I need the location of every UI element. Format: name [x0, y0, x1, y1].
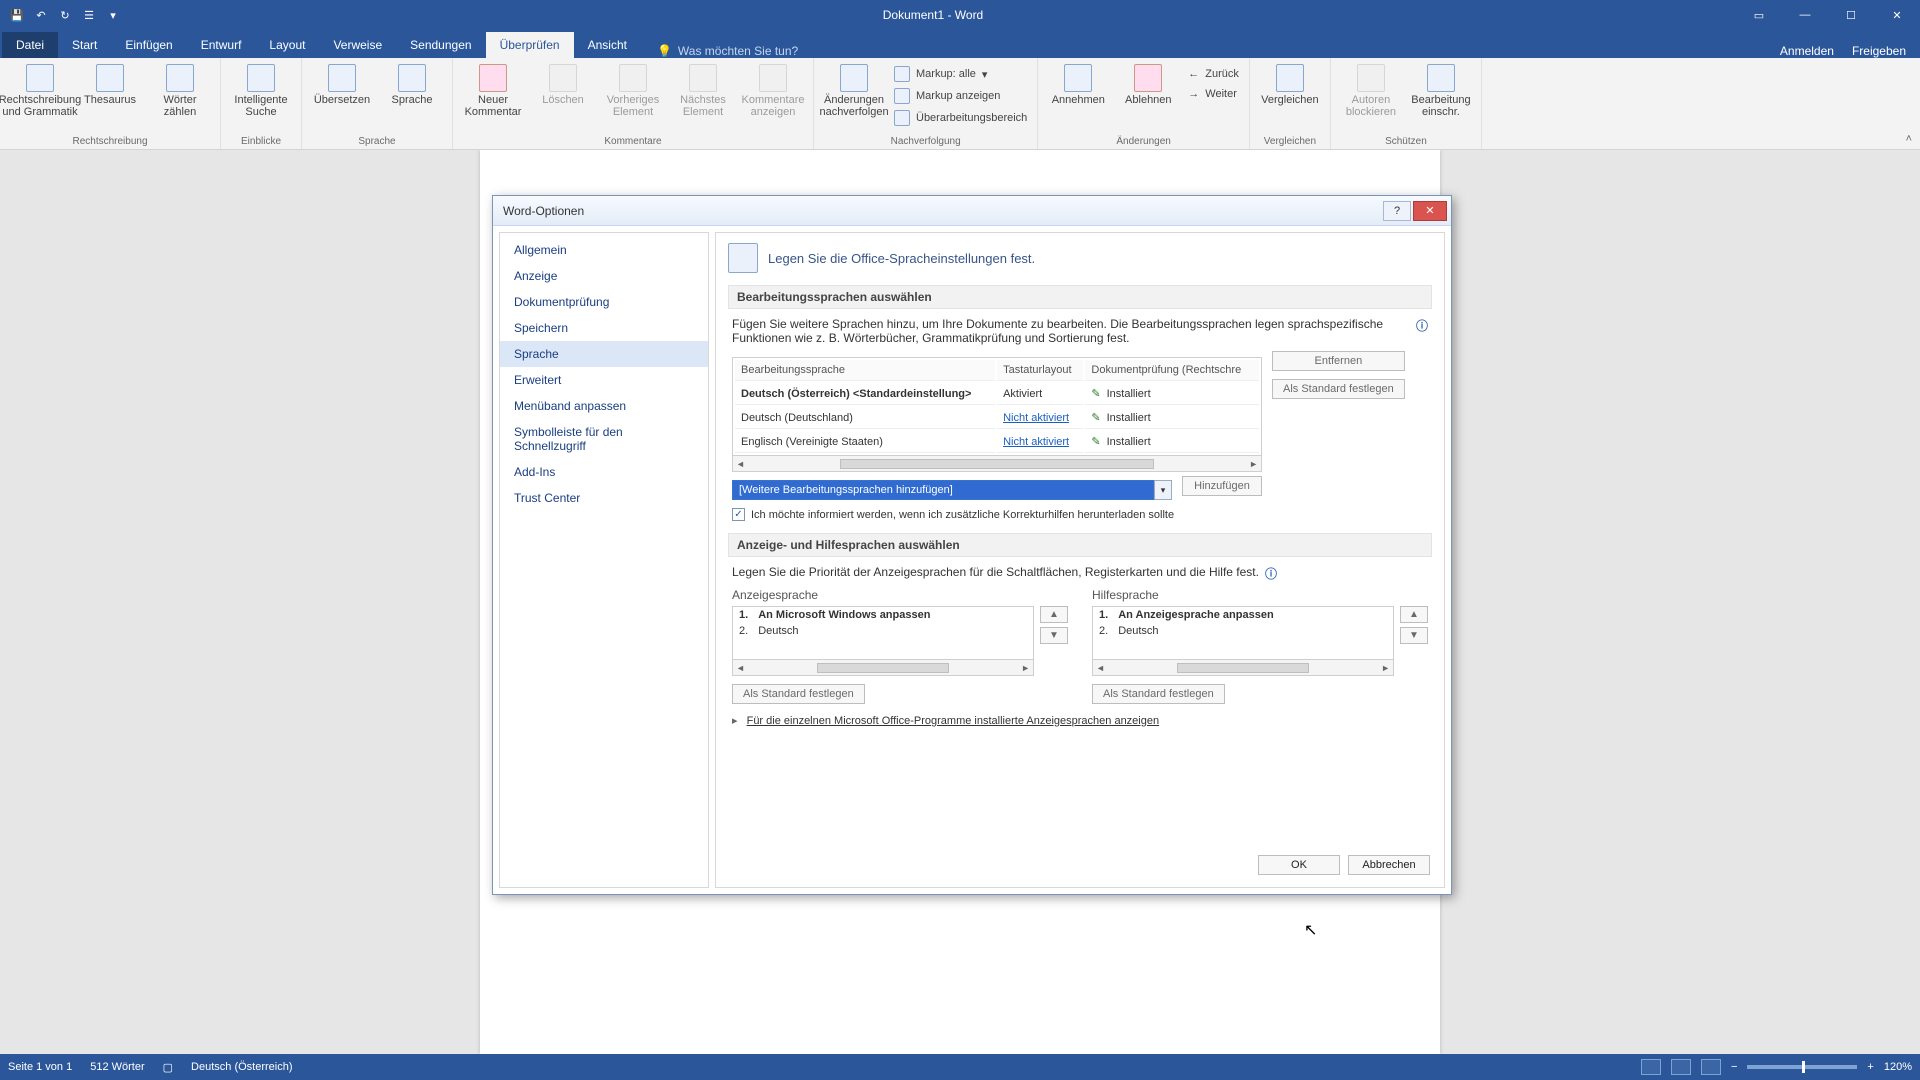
dialog-help-icon[interactable]: ?: [1383, 201, 1411, 221]
move-up-button[interactable]: ▲: [1400, 606, 1428, 623]
scroll-thumb[interactable]: [1177, 663, 1309, 673]
scroll-left-icon[interactable]: ◄: [1096, 663, 1105, 673]
nav-trustcenter[interactable]: Trust Center: [500, 485, 708, 511]
display-set-default-button[interactable]: Als Standard festlegen: [732, 684, 865, 704]
col-proof: Dokumentprüfung (Rechtschre: [1085, 360, 1259, 381]
list-item[interactable]: 2.Deutsch: [1093, 623, 1393, 639]
chevron-down-icon[interactable]: ▾: [1154, 480, 1172, 500]
ok-button[interactable]: OK: [1258, 855, 1340, 875]
dialog-title: Word-Optionen: [503, 204, 584, 218]
checkbox-checked-icon[interactable]: ✓: [732, 508, 745, 521]
help-lang-list[interactable]: 1.An Anzeigesprache anpassen 2.Deutsch: [1092, 606, 1394, 660]
set-default-lang-button[interactable]: Als Standard festlegen: [1272, 379, 1405, 399]
list-item[interactable]: 1.An Microsoft Windows anpassen: [733, 607, 1033, 623]
help-hscroll[interactable]: ◄►: [1092, 660, 1394, 676]
table-row[interactable]: Deutsch (Deutschland)Nicht aktiviert✎Ins…: [735, 407, 1259, 429]
display-lang-head: Anzeigesprache: [732, 588, 1068, 602]
scroll-right-icon[interactable]: ►: [1249, 459, 1258, 469]
table-row[interactable]: Deutsch (Österreich) <Standardeinstellun…: [735, 383, 1259, 405]
table-hscroll[interactable]: ◄ ►: [732, 456, 1262, 472]
move-down-button[interactable]: ▼: [1400, 627, 1428, 644]
move-down-button[interactable]: ▼: [1040, 627, 1068, 644]
section-edit-desc: Fügen Sie weitere Sprachen hinzu, um Ihr…: [732, 317, 1408, 345]
word-options-dialog: Word-Optionen ? ✕ Allgemein Anzeige Doku…: [492, 195, 1452, 895]
scroll-thumb[interactable]: [817, 663, 949, 673]
info-icon[interactable]: ⓘ: [1416, 317, 1428, 345]
nav-anzeige[interactable]: Anzeige: [500, 263, 708, 289]
kbd-link[interactable]: Nicht aktiviert: [1003, 436, 1069, 448]
notify-label: Ich möchte informiert werden, wenn ich z…: [751, 509, 1174, 521]
nav-speichern[interactable]: Speichern: [500, 315, 708, 341]
add-lang-value[interactable]: [732, 480, 1154, 500]
help-set-default-button[interactable]: Als Standard festlegen: [1092, 684, 1225, 704]
add-lang-combo[interactable]: ▾: [732, 480, 1172, 500]
nav-qat[interactable]: Symbolleiste für den Schnellzugriff: [500, 419, 708, 459]
move-up-button[interactable]: ▲: [1040, 606, 1068, 623]
triangle-right-icon: ▸: [732, 715, 738, 727]
edit-lang-table[interactable]: Bearbeitungssprache Tastaturlayout Dokum…: [732, 357, 1262, 456]
dialog-close-icon[interactable]: ✕: [1413, 201, 1447, 221]
remove-lang-button[interactable]: Entfernen: [1272, 351, 1405, 371]
nav-erweitert[interactable]: Erweitert: [500, 367, 708, 393]
cancel-button[interactable]: Abbrechen: [1348, 855, 1430, 875]
kbd-link[interactable]: Nicht aktiviert: [1003, 412, 1069, 424]
dialog-content: Legen Sie die Office-Spracheinstellungen…: [715, 232, 1445, 888]
nav-menueband[interactable]: Menüband anpassen: [500, 393, 708, 419]
table-row[interactable]: Englisch (Vereinigte Staaten)Nicht aktiv…: [735, 431, 1259, 453]
add-lang-button[interactable]: Hinzufügen: [1182, 476, 1262, 496]
nav-addins[interactable]: Add-Ins: [500, 459, 708, 485]
col-kbd: Tastaturlayout: [997, 360, 1083, 381]
installed-langs-label: Für die einzelnen Microsoft Office-Progr…: [747, 715, 1160, 727]
section-edit-lang-title: Bearbeitungssprachen auswählen: [728, 285, 1432, 309]
scroll-right-icon[interactable]: ►: [1381, 663, 1390, 673]
section-display-desc: Legen Sie die Priorität der Anzeigesprac…: [732, 565, 1259, 582]
nav-sprache[interactable]: Sprache: [500, 341, 708, 367]
list-item[interactable]: 1.An Anzeigesprache anpassen: [1093, 607, 1393, 623]
display-hscroll[interactable]: ◄►: [732, 660, 1034, 676]
notify-checkbox-row[interactable]: ✓ Ich möchte informiert werden, wenn ich…: [732, 508, 1428, 521]
dialog-nav: Allgemein Anzeige Dokumentprüfung Speich…: [499, 232, 709, 888]
scroll-right-icon[interactable]: ►: [1021, 663, 1030, 673]
help-lang-head: Hilfesprache: [1092, 588, 1428, 602]
dialog-backdrop: Word-Optionen ? ✕ Allgemein Anzeige Doku…: [0, 0, 1920, 1080]
nav-dokumentpruefung[interactable]: Dokumentprüfung: [500, 289, 708, 315]
content-heading: Legen Sie die Office-Spracheinstellungen…: [768, 251, 1035, 266]
nav-allgemein[interactable]: Allgemein: [500, 237, 708, 263]
col-lang: Bearbeitungssprache: [735, 360, 995, 381]
scroll-left-icon[interactable]: ◄: [736, 663, 745, 673]
info-icon[interactable]: ⓘ: [1265, 565, 1277, 582]
installed-langs-link[interactable]: ▸ Für die einzelnen Microsoft Office-Pro…: [732, 714, 1428, 727]
language-settings-icon: [728, 243, 758, 273]
list-item[interactable]: 2.Deutsch: [733, 623, 1033, 639]
dialog-titlebar[interactable]: Word-Optionen ? ✕: [493, 196, 1451, 226]
scroll-thumb[interactable]: [840, 459, 1153, 469]
display-lang-list[interactable]: 1.An Microsoft Windows anpassen 2.Deutsc…: [732, 606, 1034, 660]
section-display-lang-title: Anzeige- und Hilfesprachen auswählen: [728, 533, 1432, 557]
scroll-left-icon[interactable]: ◄: [736, 459, 745, 469]
